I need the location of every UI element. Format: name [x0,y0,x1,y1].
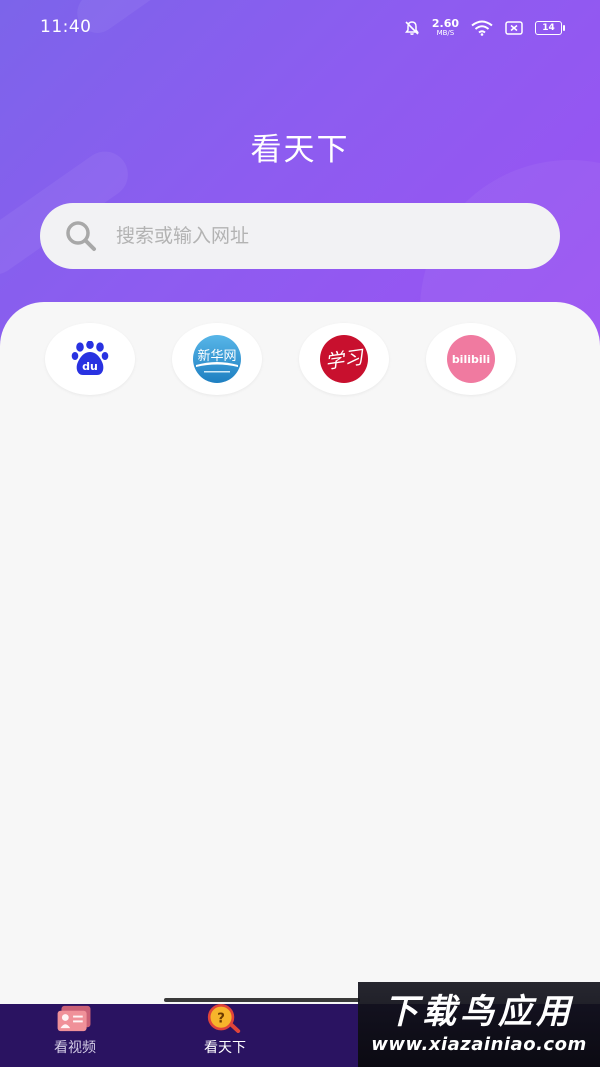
tab-see-world[interactable]: ? 看天下 [150,1004,300,1067]
question-magnifier-icon: ? [207,1004,241,1033]
shortcut-bilibili[interactable]: bilibili [426,323,516,395]
baidu-logo-text: du [82,360,98,373]
search-input[interactable] [116,225,516,247]
shortcut-baidu[interactable]: du [45,323,135,395]
status-time: 11:40 [40,17,92,37]
shortcut-xuexi[interactable]: 学习 [299,323,389,395]
xinhua-logo-icon: 新华网 [193,335,241,383]
bilibili-logo-text: bilibili [452,353,490,366]
xinhua-logo-text: 新华网 [197,348,236,364]
watermark-title: 下载鸟应用 [384,992,574,1033]
status-bar: 11:40 2.60 MB/S 14 [0,0,600,58]
watermark-badge: 下载鸟应用 www.xiazainiao.com [358,982,600,1067]
tab-label: 看天下 [204,1040,246,1056]
video-card-icon [57,1005,91,1032]
shortcut-xinhua[interactable]: 新华网 [172,323,262,395]
watermark-url: www.xiazainiao.com [371,1033,587,1055]
tab-watch-video[interactable]: 看视频 [0,1004,150,1067]
page-title: 看天下 [250,132,350,168]
tab-indicator [164,998,360,1002]
bell-muted-icon [404,20,419,35]
content-card: du 新华网 学习 bilibili [0,302,600,1004]
baidu-logo-icon: du [71,341,109,375]
battery-icon: 14 [535,20,565,35]
net-speed-value: 2.60 [431,17,459,30]
net-speed: 2.60 MB/S [432,18,459,37]
wifi-icon [471,20,493,36]
tab-label: 看视频 [54,1040,96,1056]
search-icon [66,221,96,251]
bilibili-logo-icon: bilibili [447,335,495,383]
search-bar[interactable] [40,203,560,269]
sim-card-icon [505,20,523,35]
xuexi-logo-icon: 学习 [320,335,368,383]
svg-text:?: ? [217,1011,225,1026]
status-icons: 2.60 MB/S 14 [404,18,565,37]
shortcut-list: du 新华网 学习 bilibili [45,323,516,395]
net-speed-unit: MB/S [436,29,455,37]
